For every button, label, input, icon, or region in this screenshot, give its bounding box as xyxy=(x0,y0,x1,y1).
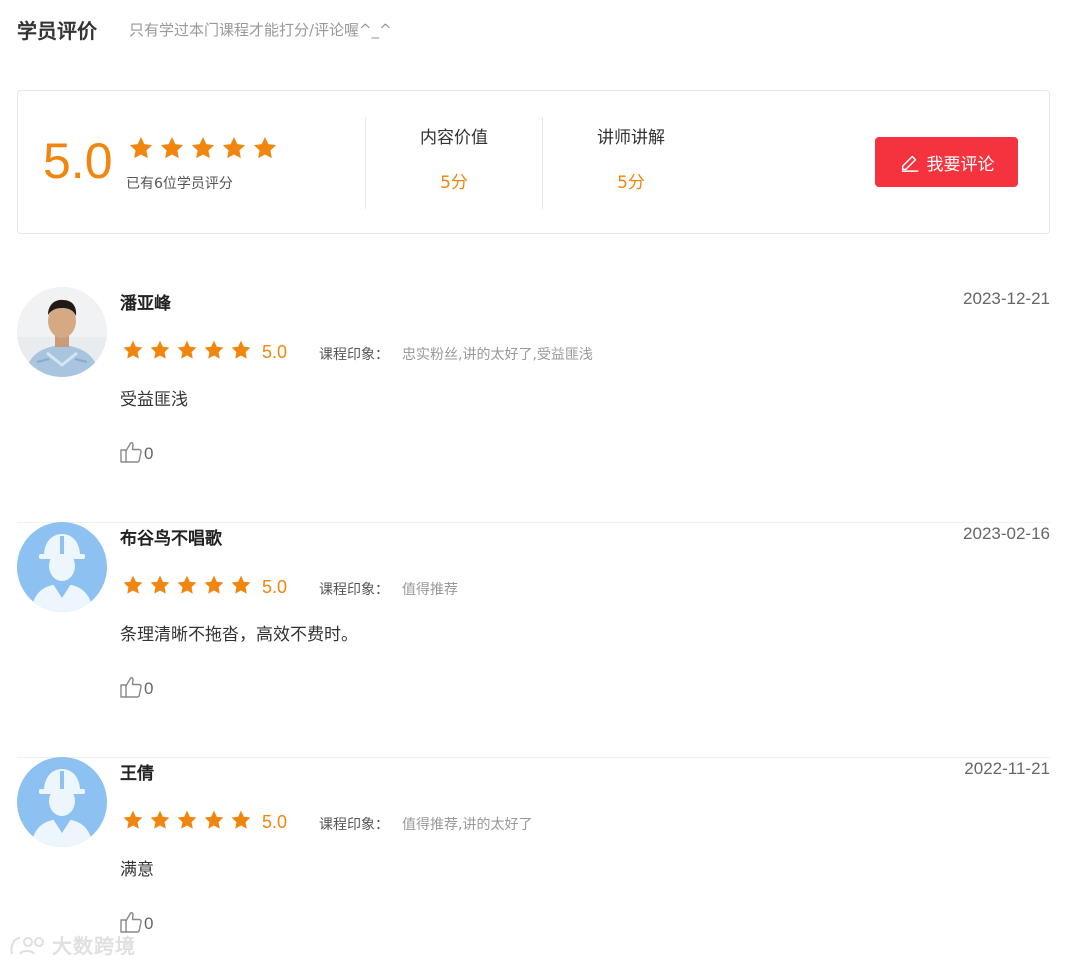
pencil-icon xyxy=(901,155,918,172)
star-icon xyxy=(191,136,215,159)
like-button[interactable]: 0 xyxy=(120,440,153,464)
star-icon xyxy=(204,575,224,594)
star-icon xyxy=(177,340,197,359)
watermark-text: 大数跨境 xyxy=(52,934,136,958)
review-star-rating xyxy=(122,574,252,596)
review-star-rating xyxy=(122,339,252,361)
star-icon xyxy=(253,136,277,159)
section-subtitle: 只有学过本门课程才能打分/评论喔^_^ xyxy=(129,20,392,39)
avatar xyxy=(17,522,107,612)
star-icon xyxy=(150,575,170,594)
star-icon xyxy=(123,810,143,829)
write-review-button[interactable]: 我要评论 xyxy=(875,137,1018,187)
star-icon xyxy=(123,575,143,594)
review-item: 布谷鸟不唱歌 2023-02-16 5.0 课程印象： 值得推荐 条理清晰不拖沓… xyxy=(17,522,1050,758)
star-icon xyxy=(222,136,246,159)
review-star-rating xyxy=(122,809,252,831)
impression-label: 课程印象： xyxy=(319,817,389,833)
metric-value: 5分 xyxy=(440,173,468,193)
impression-label: 课程印象： xyxy=(319,347,389,363)
reviewer-name: 王倩 xyxy=(120,764,154,784)
review-text: 满意 xyxy=(120,860,154,880)
thumbs-up-icon xyxy=(120,677,142,698)
review-score: 5.0 xyxy=(262,342,288,362)
overall-score: 5.0 xyxy=(43,133,113,189)
watermark-logo-icon xyxy=(10,936,44,955)
divider xyxy=(542,117,543,209)
like-button[interactable]: 0 xyxy=(120,675,153,699)
review-item: 潘亚峰 2023-12-21 5.0 课程印象： 忠实粉丝,讲的太好了,受益匪浅… xyxy=(17,287,1050,523)
reviewer-name: 布谷鸟不唱歌 xyxy=(120,529,222,549)
star-icon xyxy=(231,340,251,359)
avatar xyxy=(17,287,107,377)
star-icon xyxy=(123,340,143,359)
watermark: 大数跨境 xyxy=(8,930,136,959)
impression-tags: 值得推荐,讲的太好了 xyxy=(402,817,533,833)
review-score: 5.0 xyxy=(262,577,288,597)
like-count: 0 xyxy=(144,914,154,933)
review-text: 条理清晰不拖沓，高效不费时。 xyxy=(120,625,358,645)
worker-avatar-icon xyxy=(17,522,107,612)
star-icon xyxy=(231,810,251,829)
star-icon xyxy=(150,810,170,829)
overall-star-rating xyxy=(128,135,278,161)
worker-avatar-icon xyxy=(17,757,107,847)
review-text: 受益匪浅 xyxy=(120,390,188,410)
star-icon xyxy=(231,575,251,594)
metric-label: 讲师讲解 xyxy=(597,128,665,148)
avatar xyxy=(17,757,107,847)
impression-tags: 值得推荐 xyxy=(402,582,458,598)
thumbs-up-icon xyxy=(120,442,142,463)
impression-label: 课程印象： xyxy=(319,582,389,598)
write-review-label: 我要评论 xyxy=(926,154,995,175)
raters-count: 已有6位学员评分 xyxy=(126,176,233,192)
review-date: 2022-11-21 xyxy=(964,759,1050,778)
like-count: 0 xyxy=(144,679,154,698)
star-icon xyxy=(204,340,224,359)
metric-instructor: 讲师讲解 5分 xyxy=(571,123,691,193)
metric-label: 内容价值 xyxy=(420,128,488,148)
impression-tags: 忠实粉丝,讲的太好了,受益匪浅 xyxy=(402,347,593,363)
review-item: 王倩 2022-11-21 5.0 课程印象： 值得推荐,讲的太好了 满意 0 xyxy=(17,757,1050,962)
user-photo-icon xyxy=(17,287,107,377)
like-count: 0 xyxy=(144,444,154,463)
section-header: 学员评价 只有学过本门课程才能打分/评论喔^_^ xyxy=(17,14,392,44)
reviewer-name: 潘亚峰 xyxy=(120,294,171,314)
review-date: 2023-12-21 xyxy=(963,289,1050,308)
rating-summary: 5.0 已有6位学员评分 内容价值 5分 讲师讲解 5分 我要评论 xyxy=(17,90,1050,234)
star-icon xyxy=(160,136,184,159)
star-icon xyxy=(204,810,224,829)
star-icon xyxy=(129,136,153,159)
divider xyxy=(365,117,366,209)
review-score: 5.0 xyxy=(262,812,288,832)
review-date: 2023-02-16 xyxy=(963,524,1050,543)
star-icon xyxy=(150,340,170,359)
star-icon xyxy=(177,810,197,829)
metric-value: 5分 xyxy=(617,173,645,193)
star-icon xyxy=(177,575,197,594)
section-title: 学员评价 xyxy=(17,18,97,43)
metric-content-value: 内容价值 5分 xyxy=(394,123,514,193)
